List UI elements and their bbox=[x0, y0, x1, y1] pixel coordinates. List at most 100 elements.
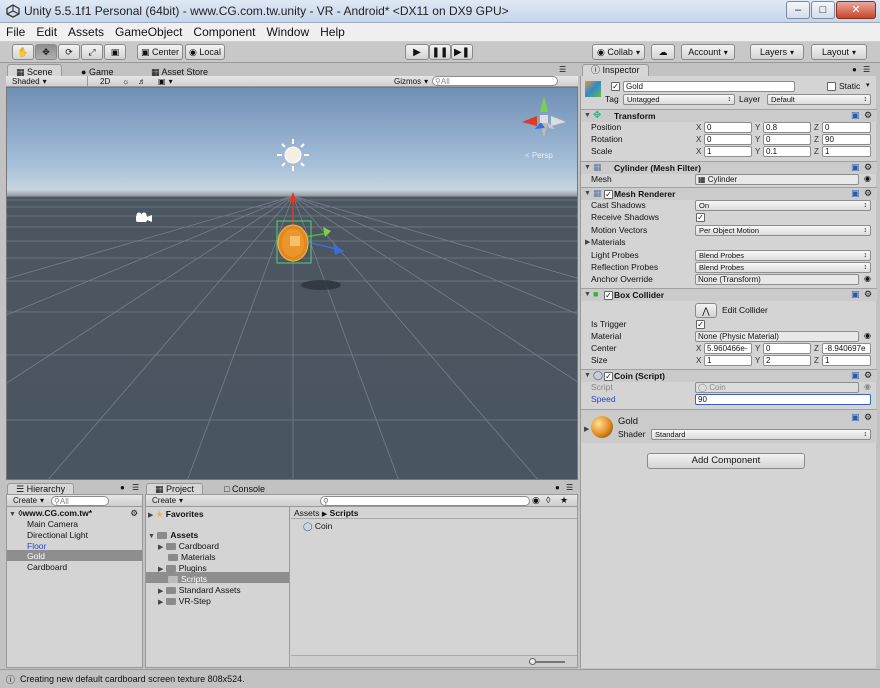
rotate-tool-button[interactable]: ⟳ bbox=[58, 44, 80, 60]
object-picker-icon[interactable]: ◉ bbox=[864, 174, 871, 183]
collab-dropdown[interactable]: ◉ Collab bbox=[592, 44, 645, 60]
persp-label[interactable]: < Persp bbox=[525, 151, 553, 160]
hierarchy-search-input[interactable]: ⚲All bbox=[51, 496, 109, 506]
hand-tool-button[interactable]: ✋ bbox=[12, 44, 34, 60]
size-y-field[interactable]: 2 bbox=[763, 355, 811, 366]
gear-icon[interactable]: ⚙ bbox=[864, 110, 872, 121]
scene-search-input[interactable]: ⚲All bbox=[432, 76, 558, 86]
close-button[interactable]: ✕ bbox=[836, 1, 876, 19]
static-checkbox[interactable] bbox=[827, 82, 836, 91]
menu-gameobject[interactable]: GameObject bbox=[109, 23, 187, 39]
edit-collider-button[interactable]: ⋀ bbox=[695, 303, 717, 318]
panel-menu-icon[interactable]: ☰ bbox=[566, 483, 573, 492]
tab-project[interactable]: ▦ Project bbox=[146, 483, 204, 494]
is-trigger-checkbox[interactable]: ✓ bbox=[696, 320, 705, 329]
tag-dropdown[interactable]: Untagged bbox=[623, 94, 735, 105]
add-component-button[interactable]: Add Component bbox=[647, 453, 805, 469]
expand-arrow-icon[interactable]: ▶ bbox=[585, 238, 590, 246]
object-name-field[interactable]: Gold bbox=[623, 81, 795, 92]
gear-icon[interactable]: ⚙ bbox=[864, 412, 872, 423]
help-icon[interactable]: ▣ bbox=[851, 162, 860, 173]
gear-icon[interactable]: ⚙ bbox=[864, 188, 872, 199]
rect-tool-button[interactable]: ▣ bbox=[104, 44, 126, 60]
size-x-field[interactable]: 1 bbox=[704, 355, 752, 366]
gear-icon[interactable]: ⚙ bbox=[864, 370, 872, 381]
scale-tool-button[interactable]: ⤢ bbox=[81, 44, 103, 60]
camera-icon[interactable] bbox=[135, 212, 153, 224]
panel-menu-icon[interactable]: ☰ bbox=[559, 65, 566, 74]
rotation-y-field[interactable]: 0 bbox=[763, 134, 811, 145]
shader-dropdown[interactable]: Standard bbox=[651, 429, 871, 440]
tab-hierarchy[interactable]: ☰ Hierarchy bbox=[7, 483, 75, 494]
mesh-renderer-header[interactable]: ▼ ▦ ✓ Mesh Renderer ▣ ⚙ bbox=[581, 187, 877, 200]
center-z-field[interactable]: -8.940697e bbox=[822, 343, 871, 354]
cast-shadows-dropdown[interactable]: On bbox=[695, 200, 871, 211]
lock-icon[interactable]: ● bbox=[555, 483, 560, 492]
mesh-renderer-enabled-checkbox[interactable]: ✓ bbox=[604, 190, 613, 199]
size-z-field[interactable]: 1 bbox=[822, 355, 871, 366]
help-icon[interactable]: ▣ bbox=[851, 412, 860, 423]
help-icon[interactable]: ▣ bbox=[851, 370, 860, 381]
position-y-field[interactable]: 0.8 bbox=[763, 122, 811, 133]
menu-component[interactable]: Component bbox=[187, 23, 260, 39]
hierarchy-item-cardboard[interactable]: Cardboard bbox=[27, 561, 67, 573]
directional-light-icon[interactable] bbox=[275, 138, 311, 172]
panel-menu-icon[interactable]: ☰ bbox=[863, 65, 870, 74]
mesh-field[interactable]: ▦ Cylinder bbox=[695, 174, 859, 185]
folder-item-vr-step[interactable]: ▶ VR-Step bbox=[158, 595, 211, 607]
center-y-field[interactable]: 0 bbox=[763, 343, 811, 354]
favorites-item[interactable]: ▶ ★ Favorites bbox=[148, 508, 204, 520]
panel-menu-icon[interactable]: ☰ bbox=[132, 483, 139, 492]
rotation-x-field[interactable]: 0 bbox=[704, 134, 752, 145]
project-create-dropdown[interactable]: Create bbox=[148, 495, 187, 507]
help-icon[interactable]: ▣ bbox=[851, 110, 860, 121]
coin-script-header[interactable]: ▼ ◯ ✓ Coin (Script) ▣ ⚙ bbox=[581, 369, 877, 382]
menu-help[interactable]: Help bbox=[314, 23, 350, 39]
space-local-button[interactable]: ◉ Local bbox=[185, 44, 225, 60]
position-x-field[interactable]: 0 bbox=[704, 122, 752, 133]
project-search-input[interactable]: ⚲ bbox=[320, 496, 530, 506]
mesh-filter-header[interactable]: ▼ ▦ Cylinder (Mesh Filter) ▣ ⚙ bbox=[581, 161, 877, 174]
tab-console[interactable]: □ Console bbox=[215, 483, 274, 494]
minimize-button[interactable]: – bbox=[786, 1, 810, 19]
help-icon[interactable]: ▣ bbox=[851, 188, 860, 199]
gear-icon[interactable]: ⚙ bbox=[864, 162, 872, 173]
step-button[interactable]: ▶❚ bbox=[451, 44, 473, 60]
move-tool-button[interactable]: ✥ bbox=[35, 44, 57, 60]
light-probes-dropdown[interactable]: Blend Probes bbox=[695, 250, 871, 261]
menu-edit[interactable]: Edit bbox=[30, 23, 62, 39]
play-button[interactable]: ▶ bbox=[405, 44, 429, 60]
account-dropdown[interactable]: Account bbox=[681, 44, 735, 60]
center-x-field[interactable]: 5.960466e- bbox=[704, 343, 752, 354]
expand-arrow-icon[interactable]: ▶ bbox=[584, 425, 589, 433]
box-collider-header[interactable]: ▼ ■ ✓ Box Collider ▣ ⚙ bbox=[581, 288, 877, 301]
rotation-z-field[interactable]: 90 bbox=[822, 134, 871, 145]
active-checkbox[interactable]: ✓ bbox=[611, 82, 620, 91]
layers-dropdown[interactable]: Layers bbox=[750, 44, 804, 60]
filter-label-icon[interactable]: ◊ bbox=[546, 495, 550, 505]
reflection-probes-dropdown[interactable]: Blend Probes bbox=[695, 262, 871, 273]
layout-dropdown[interactable]: Layout bbox=[811, 44, 867, 60]
gold-coin-object[interactable] bbox=[269, 191, 349, 281]
lock-icon[interactable]: ● bbox=[120, 483, 125, 492]
scene-view[interactable]: < Persp bbox=[6, 87, 578, 480]
physic-material-field[interactable]: None (Physic Material) bbox=[695, 331, 859, 342]
scene-menu-icon[interactable]: ⚙ bbox=[130, 507, 138, 519]
file-item-coin[interactable]: ◯ Coin bbox=[303, 520, 332, 532]
tab-inspector[interactable]: ⓘ Inspector bbox=[582, 64, 649, 76]
position-z-field[interactable]: 0 bbox=[822, 122, 871, 133]
menu-window[interactable]: Window bbox=[260, 23, 314, 39]
motion-vectors-dropdown[interactable]: Per Object Motion bbox=[695, 225, 871, 236]
scale-y-field[interactable]: 0.1 bbox=[763, 146, 811, 157]
filter-type-icon[interactable]: ◉ bbox=[532, 495, 540, 506]
scale-z-field[interactable]: 1 bbox=[822, 146, 871, 157]
receive-shadows-checkbox[interactable]: ✓ bbox=[696, 213, 705, 222]
slider-handle[interactable] bbox=[529, 658, 536, 665]
box-collider-enabled-checkbox[interactable]: ✓ bbox=[604, 291, 613, 300]
object-picker-icon[interactable]: ◉ bbox=[864, 274, 871, 283]
lock-icon[interactable]: ● bbox=[852, 65, 857, 74]
pause-button[interactable]: ❚❚ bbox=[429, 44, 451, 60]
help-icon[interactable]: ▣ bbox=[851, 289, 860, 300]
layer-dropdown[interactable]: Default bbox=[767, 94, 871, 105]
orientation-gizmo[interactable] bbox=[519, 94, 569, 146]
